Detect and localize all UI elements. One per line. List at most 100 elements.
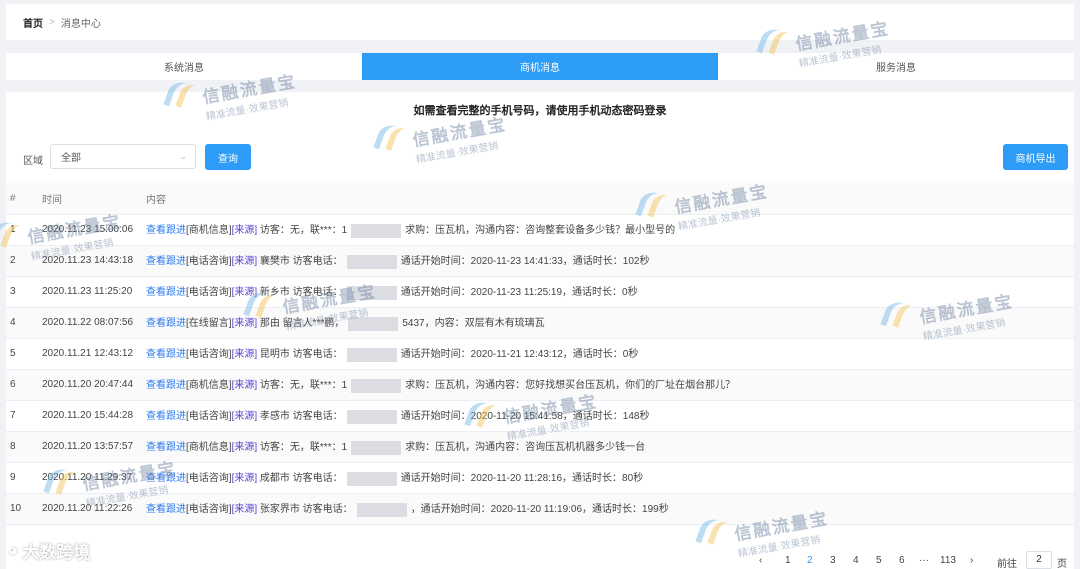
message-tabs: 系统消息 商机消息 服务消息 [6,53,1074,80]
row-type: [电话咨询] [186,411,232,423]
row-type: [商机信息] [186,225,232,237]
brand-name: 大数跨境 [22,543,91,562]
page-3[interactable]: 3 [830,555,836,566]
row-type: [电话咨询] [186,504,232,516]
source-link[interactable]: [来源] [232,380,258,391]
view-follow-link[interactable]: 查看跟进 [146,256,186,267]
brand-logo-icon: ◕ [8,540,19,560]
view-follow-link[interactable]: 查看跟进 [146,473,186,484]
view-follow-link[interactable]: 查看跟进 [146,411,186,422]
column-header-time: 时间 [42,183,146,215]
row-time: 2020.11.20 15:44:28 [42,400,146,432]
source-link[interactable]: [来源] [232,349,258,360]
row-content-pre: 新乡市 访客电话： [259,287,343,299]
table-row: 6 2020.11.20 20:47:44 查看跟进[商机信息][来源] 访客：无，… [6,369,1074,401]
goto-suffix: 页 [1057,559,1067,569]
masked-phone [351,378,402,393]
source-link[interactable]: [来源] [232,225,258,236]
view-follow-link[interactable]: 查看跟进 [146,380,186,391]
row-content: 查看跟进[电话咨询][来源] 新乡市 访客电话： 通话开始时间：2020-11-2… [146,276,1074,308]
view-follow-link[interactable]: 查看跟进 [146,504,186,515]
view-follow-link[interactable]: 查看跟进 [146,225,186,236]
chevron-down-icon: ⌄ [179,151,187,161]
row-content: 查看跟进[电话咨询][来源] 成都市 访客电话： 通话开始时间：2020-11-2… [146,462,1074,494]
breadcrumb-current: 消息中心 [60,18,101,30]
breadcrumb-home[interactable]: 首页 [23,15,43,30]
page-113[interactable]: 113 [940,555,956,566]
masked-phone [356,502,407,517]
row-time: 2020.11.23 14:43:18 [42,245,146,277]
row-content-pre: 襄樊市 访客电话： [259,256,343,268]
view-follow-link[interactable]: 查看跟进 [146,442,186,453]
breadcrumb: 首页 > 消息中心 [6,4,1074,40]
row-content-post: 通话开始时间：2020-11-20 11:28:16，通话时长：80秒 [400,473,644,485]
masked-phone [346,471,397,486]
row-content-post: 求购：压瓦机，沟通内容：咨询整套设备多少钱？最小型号的 [405,225,676,237]
export-button[interactable]: 商机导出 [1003,144,1068,170]
business-message-panel: 如需查看完整的手机号码，请使用手机动态密码登录 区域 全部 ⌄ 查询 商机导出 … [6,92,1074,569]
table-row: 5 2020.11.21 12:43:12 查看跟进[电话咨询][来源] 昆明市 访… [6,338,1074,370]
source-link[interactable]: [来源] [232,504,258,515]
row-index: 9 [6,462,42,494]
table-header-row: # 时间 内容 [6,183,1074,215]
row-type: [电话咨询] [186,349,232,361]
page-1[interactable]: 1 [785,555,791,566]
row-content: 查看跟进[电话咨询][来源] 孝感市 访客电话： 通话开始时间：2020-11-2… [146,400,1074,432]
view-follow-link[interactable]: 查看跟进 [146,318,186,329]
row-content-pre: 访客：无，联***：1 [259,442,348,454]
region-select-value: 全部 [61,153,81,164]
masked-phone [346,254,397,269]
row-content: 查看跟进[电话咨询][来源] 昆明市 访客电话： 通话开始时间：2020-11-2… [146,338,1074,370]
row-type: [在线留言] [186,318,232,330]
source-link[interactable]: [来源] [232,411,258,422]
row-index: 3 [6,276,42,308]
row-content-post: 求购：压瓦机，沟通内容：您好找想买台压瓦机，你们的厂址在烟台那儿？ [405,380,736,392]
row-time: 2020.11.23 11:25:20 [42,276,146,308]
table-row: 3 2020.11.23 11:25:20 查看跟进[电话咨询][来源] 新乡市 访… [6,276,1074,308]
goto-page-input[interactable]: 2 [1026,551,1052,569]
tab-system-messages[interactable]: 系统消息 [6,53,362,80]
tab-business-messages[interactable]: 商机消息 [362,53,718,80]
table-row: 2 2020.11.23 14:43:18 查看跟进[电话咨询][来源] 襄樊市 访… [6,245,1074,277]
page-5[interactable]: 5 [876,555,882,566]
page-ellipsis[interactable]: ··· [919,555,929,566]
row-time: 2020.11.20 11:29:37 [42,462,146,494]
row-index: 7 [6,400,42,432]
region-select[interactable]: 全部 ⌄ [50,144,196,169]
source-link[interactable]: [来源] [232,473,258,484]
row-index: 8 [6,431,42,463]
table-row: 8 2020.11.20 13:57:57 查看跟进[商机信息][来源] 访客：无，… [6,431,1074,463]
row-time: 2020.11.22 08:07:56 [42,307,146,339]
masked-phone [346,409,397,424]
source-link[interactable]: [来源] [232,442,258,453]
source-link[interactable]: [来源] [232,318,258,329]
table-row: 10 2020.11.20 11:22:26 查看跟进[电话咨询][来源] 张家界市… [6,493,1074,525]
row-content-pre: 访客：无，联***：1 [259,380,348,392]
row-type: [电话咨询] [186,256,232,268]
tab-service-messages[interactable]: 服务消息 [718,53,1074,80]
source-link[interactable]: [来源] [232,287,258,298]
brand-watermark: ◕ 大数跨境 [8,538,90,563]
prev-page-button[interactable]: ‹ [759,555,762,566]
row-index: 4 [6,307,42,339]
table-row: 9 2020.11.20 11:29:37 查看跟进[电话咨询][来源] 成都市 访… [6,462,1074,494]
masked-phone [351,223,402,238]
view-follow-link[interactable]: 查看跟进 [146,349,186,360]
view-follow-link[interactable]: 查看跟进 [146,287,186,298]
column-header-index: # [6,183,42,215]
region-label: 区域 [23,156,43,167]
row-content-pre: 昆明市 访客电话： [259,349,343,361]
row-content-post: ，通话开始时间：2020-11-20 11:19:06，通话时长：199秒 [410,504,669,516]
row-type: [商机信息] [186,380,232,392]
masked-phone [351,440,402,455]
row-content-pre: 访客：无，联***：1 [259,225,348,237]
page-4[interactable]: 4 [853,555,859,566]
query-button[interactable]: 查询 [205,144,251,170]
source-link[interactable]: [来源] [232,256,258,267]
page-6[interactable]: 6 [899,555,905,566]
page-2-current[interactable]: 2 [807,555,813,566]
row-index: 5 [6,338,42,370]
row-content-pre: 张家界市 访客电话： [259,504,353,516]
row-type: [电话咨询] [186,287,232,299]
next-page-button[interactable]: › [970,555,973,566]
